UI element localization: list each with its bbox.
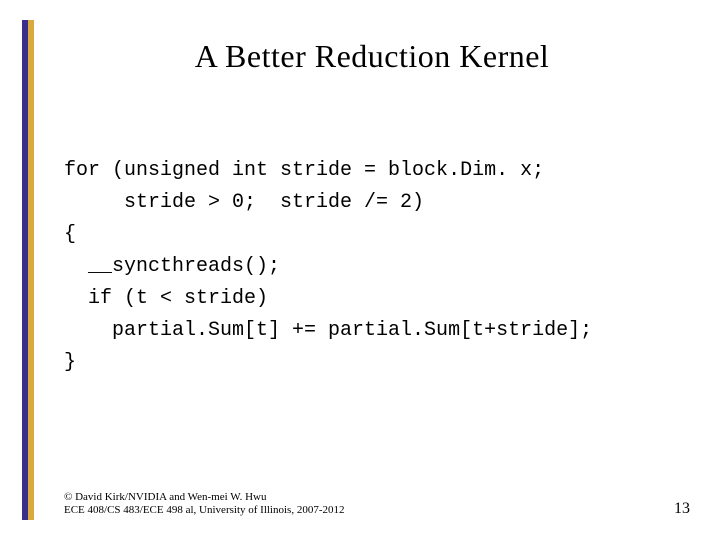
code-line: } — [64, 351, 76, 374]
credit-line: © David Kirk/NVIDIA and Wen-mei W. Hwu — [64, 491, 345, 505]
code-line: partial.Sum[t] += partial.Sum[t+stride]; — [64, 319, 592, 342]
slide-content: A Better Reduction Kernel for (unsigned … — [34, 20, 700, 520]
slide-title: A Better Reduction Kernel — [64, 38, 680, 75]
code-line: { — [64, 223, 76, 246]
code-line: __syncthreads(); — [64, 255, 280, 278]
code-line: stride > 0; stride /= 2) — [64, 191, 424, 214]
credit-line: ECE 408/CS 483/ECE 498 al, University of… — [64, 504, 345, 518]
code-line: for (unsigned int stride = block.Dim. x; — [64, 159, 544, 182]
footer-credits: © David Kirk/NVIDIA and Wen-mei W. Hwu E… — [64, 491, 345, 519]
code-block: for (unsigned int stride = block.Dim. x;… — [64, 123, 680, 411]
page-number: 13 — [674, 500, 690, 518]
code-line: if (t < stride) — [64, 287, 268, 310]
left-accent-bars — [22, 20, 34, 520]
footer: © David Kirk/NVIDIA and Wen-mei W. Hwu E… — [64, 491, 690, 519]
